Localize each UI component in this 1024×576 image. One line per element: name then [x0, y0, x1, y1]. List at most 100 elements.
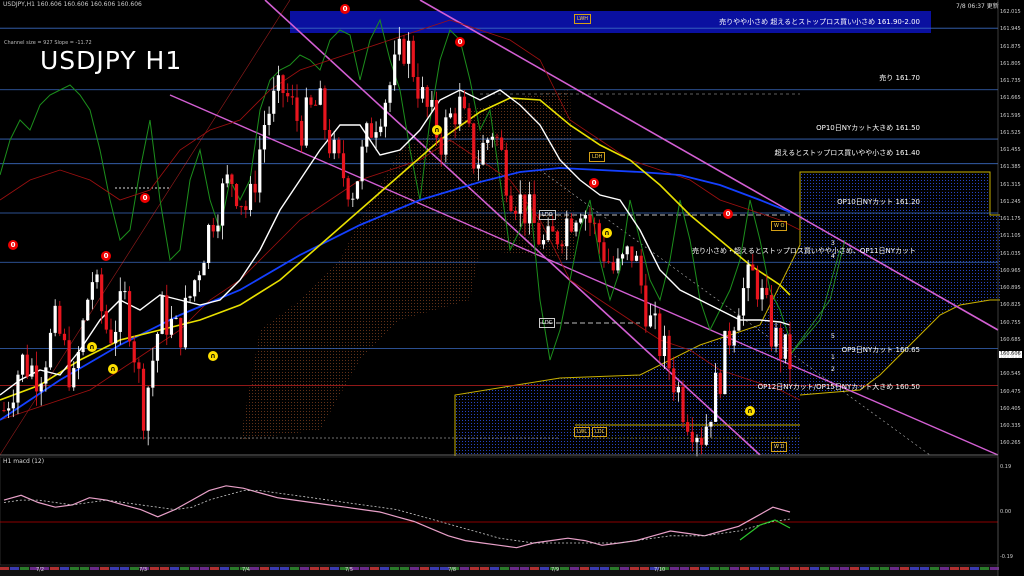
date-strip-segment	[750, 567, 759, 570]
candle-body	[337, 139, 341, 154]
candle-body	[500, 137, 504, 150]
date-strip-segment	[970, 567, 979, 570]
date-strip-segment	[430, 567, 439, 570]
price-chart[interactable]	[0, 0, 1024, 576]
sell-signal-icon: 0	[140, 193, 150, 203]
date-strip-segment	[700, 567, 709, 570]
candle-body	[737, 315, 741, 331]
candle-body	[504, 149, 508, 196]
candle-body	[21, 354, 25, 375]
date-strip-segment	[630, 567, 639, 570]
price-tick: 161.945	[1000, 26, 1021, 33]
price-tick: 160.335	[1000, 423, 1021, 430]
candle-body	[30, 365, 34, 377]
channel-num-2: 2	[831, 366, 835, 373]
price-tick: 160.405	[1000, 405, 1021, 412]
candle-body	[281, 75, 285, 94]
price-tick: 161.735	[1000, 78, 1021, 85]
candle-body	[207, 224, 211, 263]
date-label: 7/5	[345, 567, 354, 573]
ldo-box: LDO	[539, 210, 556, 220]
candle-body	[588, 215, 592, 223]
candle-body	[420, 87, 425, 99]
candle-body	[197, 275, 201, 281]
price-tick: 160.895	[1000, 285, 1021, 292]
date-strip-segment	[930, 567, 939, 570]
sell-signal-icon: 0	[8, 240, 18, 250]
candle-body	[351, 198, 355, 200]
date-strip-segment	[180, 567, 189, 570]
buy-signal-icon: ∩	[745, 406, 755, 416]
candle-body	[458, 96, 462, 125]
date-strip-segment	[80, 567, 89, 570]
candle-body	[467, 108, 471, 124]
channel-num-1: 1	[831, 354, 835, 361]
symbol-header: USDJPY,H1 160.606 160.606 160.606 160.60…	[3, 1, 142, 8]
wd-box: W D	[771, 442, 788, 452]
date-strip-segment	[640, 567, 649, 570]
candle-body	[602, 242, 606, 262]
date-strip-segment	[520, 567, 529, 570]
date-strip-segment	[460, 567, 469, 570]
candle-body	[253, 183, 257, 193]
date-strip-segment	[560, 567, 569, 570]
ldl-box: LDL	[592, 427, 608, 437]
candle-body	[765, 287, 769, 296]
date-strip-segment	[310, 567, 319, 570]
price-tick: 160.545	[1000, 371, 1021, 378]
date-strip-segment	[470, 567, 479, 570]
level-label-4: 超えるとストップロス買いやや小さめ 161.40	[774, 149, 920, 157]
candle-body	[48, 332, 53, 368]
candle-body	[607, 261, 611, 263]
date-strip-segment	[300, 567, 309, 570]
candle-body	[495, 136, 499, 138]
date-strip-segment	[590, 567, 599, 570]
date-strip-segment	[20, 567, 29, 570]
candle-body	[109, 329, 113, 344]
candle-body	[639, 255, 643, 286]
date-strip-segment	[670, 567, 679, 570]
candle-body	[272, 90, 276, 114]
date-strip-segment	[490, 567, 499, 570]
candle-body	[72, 368, 76, 388]
date-strip-segment	[70, 567, 79, 570]
level-label-2: 売り 161.70	[879, 74, 920, 82]
date-strip-segment	[510, 567, 519, 570]
level-label-7: OP9日NYカット 160.65	[841, 346, 920, 354]
level-label-8: OP12日NYカット/OP15日NYカット大きめ 160.50	[757, 383, 920, 391]
candle-body	[704, 426, 708, 445]
date-strip-segment	[820, 567, 829, 570]
candle-body	[593, 222, 597, 224]
date-strip-segment	[720, 567, 729, 570]
candle-body	[86, 299, 90, 321]
date-strip-segment	[710, 567, 719, 570]
candle-body	[718, 372, 722, 395]
candle-body	[267, 113, 271, 126]
date-strip-segment	[950, 567, 959, 570]
date-label: 7/4	[242, 567, 251, 573]
candle-body	[104, 311, 108, 330]
candle-body	[383, 102, 387, 127]
price-tick: 161.455	[1000, 147, 1021, 154]
candle-body	[355, 181, 360, 199]
candle-body	[16, 374, 20, 403]
date-strip-segment	[990, 567, 999, 570]
date-strip-segment	[200, 567, 209, 570]
candle-body	[393, 54, 397, 86]
macd-label: H1 macd (12)	[3, 458, 45, 465]
candle-body	[727, 330, 732, 346]
candle-body	[541, 240, 546, 245]
date-strip-segment	[920, 567, 929, 570]
candle-body	[230, 174, 234, 185]
price-tick: 161.315	[1000, 181, 1021, 188]
chart-title: USDJPY H1	[40, 46, 183, 75]
date-label: 7/8	[448, 567, 457, 573]
candle-body	[681, 386, 685, 423]
candle-body	[314, 104, 318, 106]
date-strip-segment	[910, 567, 919, 570]
candle-body	[137, 362, 141, 369]
date-strip-segment	[420, 567, 429, 570]
ldc-box: LDC	[539, 318, 556, 328]
candle-body	[216, 225, 220, 232]
date-strip-segment	[830, 567, 839, 570]
